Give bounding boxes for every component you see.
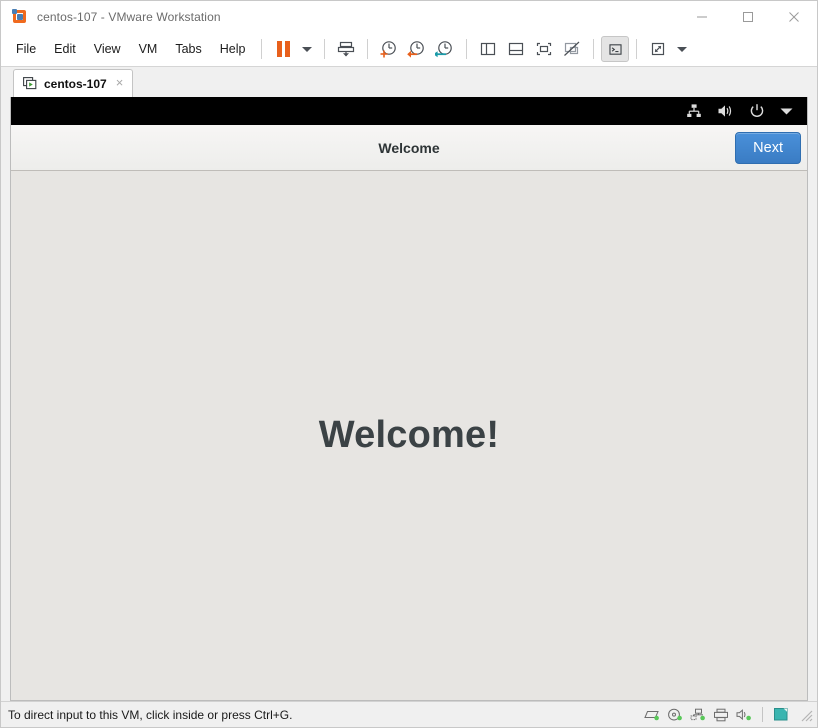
toolbar-divider: [261, 39, 263, 59]
title-bar: centos-107 - VMware Workstation: [1, 1, 817, 32]
power-dropdown-button[interactable]: [297, 36, 317, 62]
unity-disabled-icon: [564, 41, 580, 56]
vm-tab-strip: centos-107 ×: [1, 67, 817, 97]
guest-header-title: Welcome: [378, 139, 440, 156]
snapshot-manager-button[interactable]: [431, 36, 459, 62]
vm-viewport-area: Welcome Next Welcome!: [1, 97, 817, 701]
power-icon[interactable]: [749, 103, 765, 119]
show-library-button[interactable]: [474, 36, 502, 62]
network-adapter-icon[interactable]: [690, 708, 706, 722]
status-bar: To direct input to this VM, click inside…: [1, 701, 817, 727]
chevron-down-icon: [302, 46, 313, 52]
guest-screen[interactable]: Welcome Next Welcome!: [10, 97, 808, 701]
stretch-guest-button[interactable]: [644, 36, 672, 62]
menu-file[interactable]: File: [7, 38, 45, 60]
toolbar-divider: [593, 39, 595, 59]
sound-card-icon[interactable]: [736, 708, 752, 722]
next-button[interactable]: Next: [735, 131, 801, 164]
terminal-icon: [609, 43, 622, 55]
bottom-panel-icon: [509, 42, 524, 56]
guest-header-bar: Welcome Next: [11, 125, 807, 171]
menu-toolbar: File Edit View VM Tabs Help: [1, 32, 817, 67]
display-indicator-icon[interactable]: [773, 707, 789, 722]
vm-running-icon: [23, 77, 37, 90]
maximize-icon: [743, 11, 753, 22]
suspend-button[interactable]: [269, 36, 297, 62]
close-icon: [789, 11, 799, 22]
menu-tabs[interactable]: Tabs: [166, 38, 210, 60]
vmware-logo-icon: [12, 8, 28, 25]
snapshot-manager-icon: [435, 41, 453, 58]
toolbar-divider: [324, 39, 326, 59]
sidebar-panel-icon: [481, 42, 496, 56]
guest-system-topbar: [11, 97, 807, 125]
maximize-button[interactable]: [725, 1, 771, 32]
menu-help[interactable]: Help: [211, 38, 255, 60]
send-to-icon: [338, 41, 355, 57]
toolbar-divider: [636, 39, 638, 59]
revert-snapshot-button[interactable]: [403, 36, 431, 62]
menu-edit[interactable]: Edit: [45, 38, 85, 60]
pause-icon: [276, 41, 290, 57]
fullscreen-icon: [537, 42, 552, 56]
show-thumbnails-button[interactable]: [502, 36, 530, 62]
hard-disk-icon[interactable]: [644, 708, 660, 722]
resize-grip-icon[interactable]: [799, 708, 813, 722]
window-controls: [679, 1, 817, 32]
status-device-icons: [644, 707, 813, 722]
toolbar-divider: [367, 39, 369, 59]
printer-icon[interactable]: [713, 708, 729, 722]
welcome-heading: Welcome!: [318, 414, 500, 456]
vm-tab-label: centos-107: [44, 76, 107, 91]
vm-tab-close-button[interactable]: ×: [114, 76, 126, 91]
cd-dvd-icon[interactable]: [667, 708, 683, 722]
menu-vm[interactable]: VM: [130, 38, 167, 60]
status-message: To direct input to this VM, click inside…: [8, 707, 293, 722]
status-divider: [762, 707, 763, 722]
snapshot-add-icon: [380, 41, 397, 58]
vm-tab-centos-107[interactable]: centos-107 ×: [13, 69, 134, 97]
take-snapshot-button[interactable]: [375, 36, 403, 62]
manage-vm-button[interactable]: [332, 36, 360, 62]
console-view-button[interactable]: [601, 36, 630, 62]
guest-content-area: Welcome!: [11, 171, 807, 700]
vmware-workstation-window: centos-107 - VMware Workstation File Edi…: [0, 0, 818, 728]
minimize-button[interactable]: [679, 1, 725, 32]
minimize-icon: [697, 16, 707, 17]
network-icon[interactable]: [686, 103, 702, 119]
expand-arrows-icon: [652, 42, 665, 56]
full-screen-button[interactable]: [530, 36, 558, 62]
window-title: centos-107 - VMware Workstation: [37, 9, 221, 24]
stretch-dropdown-button[interactable]: [672, 36, 692, 62]
chevron-down-icon: [677, 46, 688, 52]
close-button[interactable]: [771, 1, 817, 32]
volume-icon[interactable]: [717, 103, 734, 119]
menu-view[interactable]: View: [85, 38, 130, 60]
unity-mode-button[interactable]: [558, 36, 586, 62]
toolbar-divider: [466, 39, 468, 59]
snapshot-revert-icon: [407, 41, 425, 58]
chevron-down-icon[interactable]: [780, 107, 793, 116]
